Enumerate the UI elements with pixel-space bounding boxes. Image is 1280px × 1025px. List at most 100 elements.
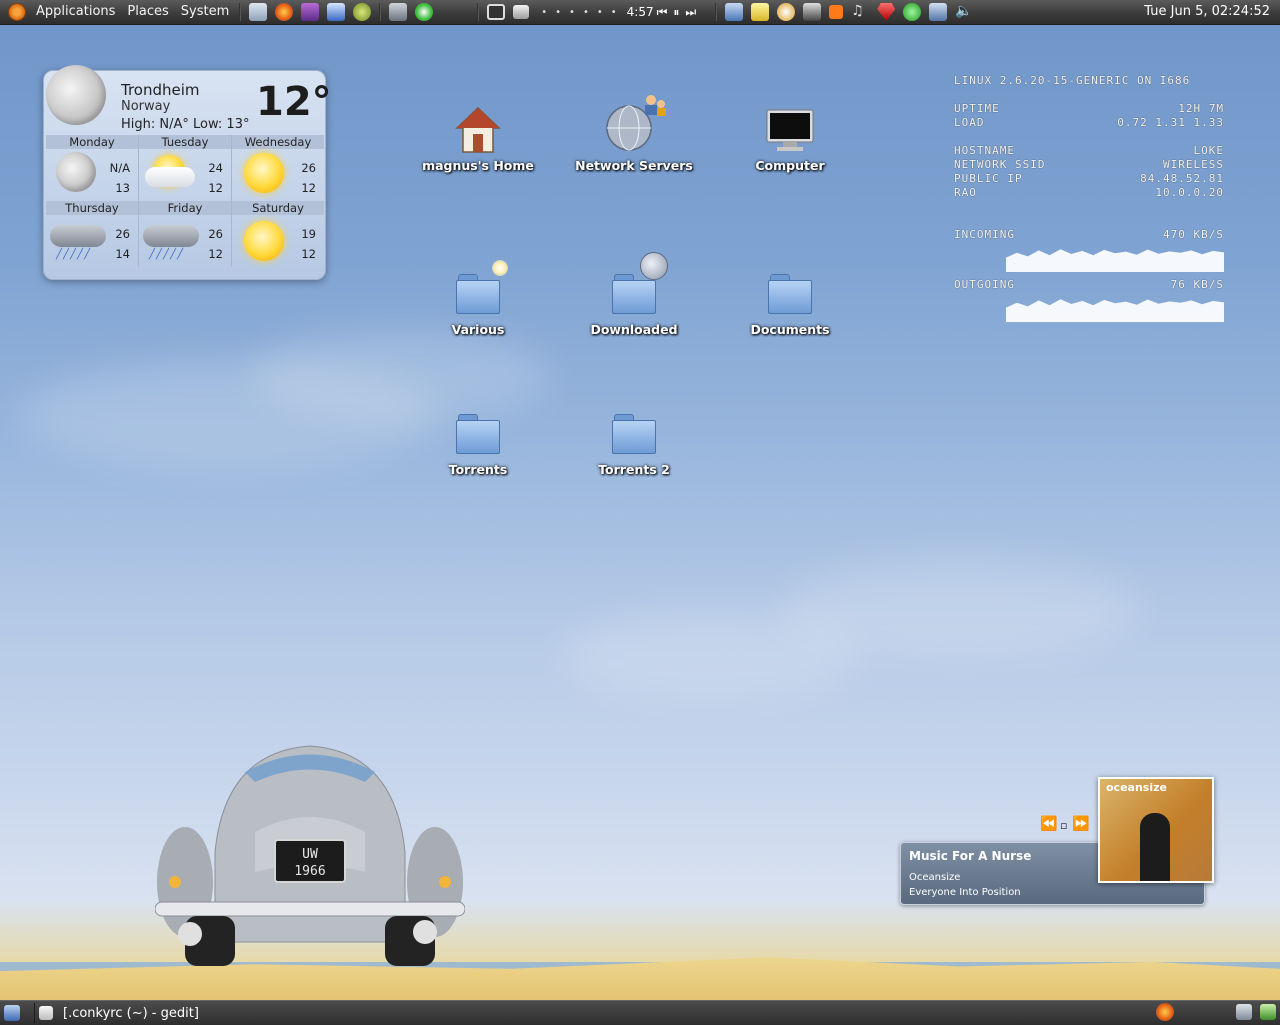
conky-outgoing-row: Outgoing 76 KB/S [954,278,1224,292]
conky-label: Uptime [954,102,1000,115]
moon-icon [46,65,106,125]
rain-drops-icon: ╱╱╱╱╱ [149,249,185,260]
previous-track-icon[interactable]: ⏪ [1040,816,1057,832]
track-artist: Oceansize [909,872,961,883]
license-plate-line2: 1966 [294,864,325,879]
conky-label: Outgoing [954,278,1015,291]
forecast-high: 26 [301,161,316,175]
forecast-high: 24 [208,161,223,175]
firefox-launcher-icon[interactable] [275,3,294,21]
previous-track-icon[interactable]: ⏮ [657,5,668,20]
network-launcher-icon[interactable] [327,3,346,21]
clock[interactable]: Tue Jun 5, 02:24:52 [1144,0,1270,24]
conky-load-row: Load 0.72 1.31 1.33 [954,116,1224,130]
sun-icon [244,221,284,261]
weather-high-low: High: N/A° Low: 13° [121,117,250,132]
pause-icon[interactable]: ⏸ [673,5,679,20]
conky-value: 84.48.52.81 [1140,172,1224,185]
desktop-icon-various[interactable]: Various [413,260,543,337]
desktop-icon-computer[interactable]: Computer [725,108,855,173]
forecast-day: Tuesday 24 12 [139,135,232,201]
forecast-low: 13 [115,181,130,195]
penguin-tray-icon[interactable] [777,3,796,21]
taskbar-window-gedit[interactable]: [.conkyrc (~) - gedit] [34,1003,1145,1023]
network-tray-icon[interactable] [929,3,948,21]
conky-label: Incoming [954,228,1015,241]
forecast-high: N/A [109,161,130,175]
apple-launcher-icon[interactable] [353,3,372,21]
weather-country: Norway [121,99,171,114]
status-tray-icon[interactable] [903,3,922,21]
desktop-icon-label: Computer [755,158,825,173]
cd-launcher-icon[interactable] [415,3,434,21]
chat-launcher-icon[interactable] [301,3,320,21]
home-icon [455,106,501,153]
cloud-icon [145,167,195,187]
ruby-tray-icon[interactable] [877,3,896,21]
forecast-day: Friday ╱╱╱╱╱ 26 12 [139,201,232,267]
folder-icon [456,260,508,314]
folder-icon [612,412,656,454]
conky-system: Linux 2.6.20-15-generic on i686 [954,74,1191,87]
terminal-launcher-icon[interactable] [513,5,530,19]
update-tray-icon[interactable] [829,5,844,19]
rain-cloud-icon [143,225,199,247]
conky-value: 10.0.0.20 [1155,186,1224,199]
forecast-day-name: Monday [46,135,138,149]
display-tray-icon[interactable] [725,3,744,21]
panel-separator [239,3,242,21]
taskbar-window-title: [.conkyrc (~) - gedit] [63,1005,199,1021]
forecast-high: 26 [115,227,130,241]
desktop-icon-torrents[interactable]: Torrents [413,412,543,477]
desktop-icon-label: Downloaded [590,322,678,337]
conky-label: Network SSID [954,158,1046,171]
monitor-tray-icon[interactable] [803,3,822,21]
stop-icon[interactable]: ▫ [1060,819,1067,832]
conky-rao-row: RAO 10.0.0.20 [954,186,1224,200]
forecast-low: 12 [301,181,316,195]
launcher-icon[interactable] [249,3,268,21]
menu-system[interactable]: System [175,0,235,24]
network-icon [606,95,666,151]
forecast-day-name: Wednesday [232,135,324,149]
sparkle-icon [492,260,508,276]
workspace-dots[interactable]: •••••• [541,7,624,18]
desktop-icon-label: Network Servers [575,158,693,173]
album-cover-text: oceansize [1106,781,1167,794]
desktop-icon-home[interactable]: magnus's Home [413,106,543,173]
forecast-day-name: Friday [139,201,231,215]
sun-icon [244,153,284,193]
workspace-switcher-icon[interactable] [1236,1004,1252,1020]
desktop-icon-downloaded[interactable]: Downloaded [569,252,699,337]
top-panel: Applications Places System •••••• 4:57 ⏮… [0,0,1280,25]
wizard-launcher-icon[interactable] [389,3,408,21]
next-track-icon[interactable]: ⏩ [1072,816,1089,832]
folder-icon [612,252,668,314]
next-track-icon[interactable]: ⏭ [685,5,696,20]
conky-value: 470 KB/S [1163,228,1224,241]
album-cover[interactable]: oceansize [1098,777,1214,883]
desktop-icon-documents[interactable]: Documents [725,272,855,337]
menu-places[interactable]: Places [121,0,174,24]
conky-ssid-row: Network SSID wireless [954,158,1224,172]
menu-applications[interactable]: Applications [30,0,121,24]
firefox-taskbar-icon[interactable] [1156,1003,1174,1021]
weather-current-temp: 12° [256,79,332,125]
show-desktop-icon[interactable] [4,1005,20,1021]
notes-tray-icon[interactable] [751,3,770,21]
music-note-tray-icon[interactable]: ♫ [851,3,869,21]
desktop-icon-label: Torrents 2 [598,462,670,477]
desktop-icon-torrents-2[interactable]: Torrents 2 [569,412,699,477]
show-desktop-icon[interactable] [487,4,506,20]
trash-icon[interactable] [1260,1004,1276,1020]
conky-header: Linux 2.6.20-15-generic on i686 [954,74,1224,88]
desktop-icon-label: Various [451,322,505,337]
ubuntu-logo-icon[interactable] [8,3,26,21]
desktop-icon-network-servers[interactable]: Network Servers [569,90,699,173]
folder-icon [456,412,500,454]
media-time: 4:57 [626,5,654,19]
conky-value: loke [1193,144,1224,157]
weather-widget[interactable]: Trondheim Norway High: N/A° Low: 13° 12°… [43,65,332,280]
forecast-grid: Monday N/A 13 Tuesday 24 12 Wednesday 26… [46,135,324,275]
volume-icon[interactable]: 🔈 [955,3,973,21]
